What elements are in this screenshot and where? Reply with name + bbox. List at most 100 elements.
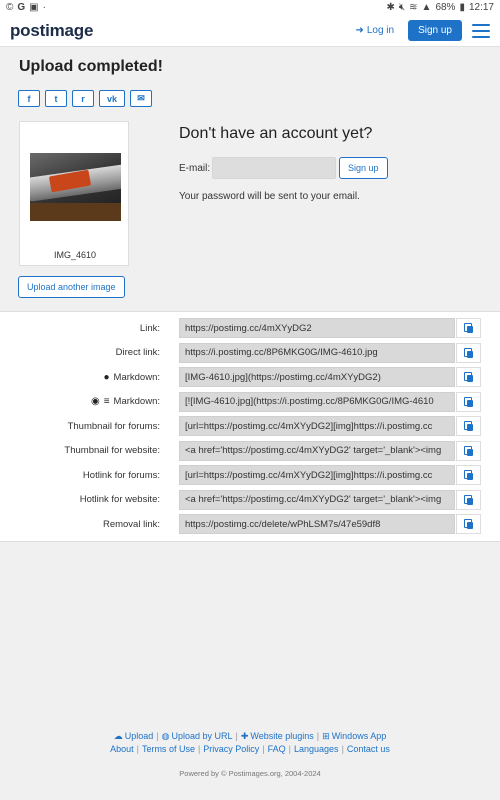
stackoverflow-icon: ≡ <box>103 396 110 407</box>
upload-another-button[interactable]: Upload another image <box>18 276 125 298</box>
hotlink-website-field[interactable]: <a href='https://postimg.cc/4mXYyDG2' ta… <box>179 489 455 510</box>
footer-languages-link[interactable]: Languages <box>294 744 339 754</box>
markdown-github-field[interactable]: [![IMG-4610.jpg](https://i.postimg.cc/8P… <box>179 391 455 412</box>
share-links-panel: Link: https://postimg.cc/4mXYyDG2 Direct… <box>0 311 500 542</box>
battery-icon: ▮ <box>459 2 465 13</box>
footer-plugins-link[interactable]: Website plugins <box>250 731 313 741</box>
copy-button[interactable] <box>456 416 481 436</box>
google-icon: G <box>17 2 26 13</box>
signal-icon: ▲ <box>421 2 432 13</box>
link-label: Link: <box>139 322 160 334</box>
login-icon: ➜ <box>355 25 364 36</box>
upload-title: Upload completed! <box>19 58 164 75</box>
hotlink-forums-label: Hotlink for forums: <box>82 469 160 481</box>
link-row: Link: https://postimg.cc/4mXYyDG2 <box>0 318 500 343</box>
markdown-reddit-row: ● Markdown: [IMG-4610.jpg](https://postim… <box>0 367 500 392</box>
thumbnail-forums-row: Thumbnail for forums: [url=https://posti… <box>0 416 500 441</box>
copy-button[interactable] <box>456 465 481 485</box>
twitter-icon[interactable]: t <box>45 90 67 107</box>
direct-link-row: Direct link: https://i.postimg.cc/8P6MKG… <box>0 342 500 368</box>
direct-link-label: Direct link: <box>115 347 160 358</box>
thumbnail-forums-label: Thumbnail for forums: <box>67 420 160 432</box>
copy-icon <box>464 494 473 505</box>
image-filename: IMG_4610 <box>53 250 97 260</box>
account-prompt-title: Don't have an account yet? <box>179 125 373 142</box>
link-field[interactable]: https://postimg.cc/4mXYyDG2 <box>179 318 455 338</box>
copy-button[interactable] <box>456 342 481 363</box>
email-label: E-mail: <box>179 163 211 174</box>
powered-by-text: Powered by © Postimages.org, 2004-2024 <box>179 769 321 778</box>
login-label: Log in <box>366 25 395 36</box>
copy-icon <box>464 347 473 358</box>
header-signup-button[interactable]: Sign up <box>408 20 462 41</box>
copy-button[interactable] <box>456 318 481 338</box>
bluetooth-icon: ✱ <box>386 2 395 13</box>
status-left-icons: © G ▣ · <box>6 2 46 13</box>
copy-button[interactable] <box>456 440 481 461</box>
reddit-icon[interactable]: r <box>72 90 94 107</box>
facebook-icon[interactable]: f <box>18 90 40 107</box>
login-link[interactable]: ➜ Log in <box>355 25 394 36</box>
copy-icon <box>464 445 473 456</box>
direct-link-field[interactable]: https://i.postimg.cc/8P6MKG0G/IMG-4610.j… <box>179 342 455 363</box>
copy-button[interactable] <box>456 514 481 534</box>
hotlink-forums-row: Hotlink for forums: [url=https://postimg… <box>0 465 500 490</box>
markdown-github-label: ◉ ≡ Markdown: <box>90 396 160 407</box>
footer-secondary-links: About | Terms of Use | Privacy Policy | FAQ | La… <box>110 744 390 754</box>
gallery-icon: ▣ <box>29 2 39 13</box>
status-right: ✱ 🔇︎ ≋ ▲ 68% ▮ 12:17 <box>386 2 494 13</box>
cloud-upload-icon: ☁ <box>113 731 123 741</box>
copy-icon <box>464 396 473 407</box>
dot-icon: · <box>42 2 46 13</box>
copy-button[interactable] <box>456 391 481 412</box>
footer-about-link[interactable]: About <box>110 744 134 754</box>
footer-contact-link[interactable]: Contact us <box>347 744 390 754</box>
removal-link-row: Removal link: https://postimg.cc/delete/… <box>0 514 500 539</box>
copy-button[interactable] <box>456 367 481 387</box>
globe-icon: ◍ <box>161 731 170 741</box>
email-field[interactable] <box>212 157 336 179</box>
footer-privacy-link[interactable]: Privacy Policy <box>203 744 259 754</box>
battery-level: 68% <box>435 2 456 13</box>
email-icon[interactable]: ✉ <box>130 90 152 107</box>
reddit-icon: ● <box>103 371 110 383</box>
postimage-logo[interactable]: postimage <box>10 21 93 41</box>
copyright-icon: © <box>6 2 14 13</box>
clock: 12:17 <box>468 2 494 13</box>
image-thumbnail-card[interactable]: IMG_4610 <box>19 121 129 266</box>
copy-icon <box>464 470 473 480</box>
thumbnail-website-field[interactable]: <a href='https://postimg.cc/4mXYyDG2' ta… <box>179 440 455 461</box>
puzzle-icon: ✚ <box>240 731 249 741</box>
menu-icon[interactable] <box>472 23 490 38</box>
windows-icon: ⊞ <box>322 731 330 741</box>
thumbnail-website-row: Thumbnail for website: <a href='https://… <box>0 440 500 466</box>
copy-icon <box>464 519 473 529</box>
status-bar: © G ▣ · ✱ 🔇︎ ≋ ▲ 68% ▮ 12:17 <box>0 0 500 15</box>
markdown-reddit-label: ● Markdown: <box>103 371 160 383</box>
hotlink-forums-field[interactable]: [url=https://postimg.cc/4mXYyDG2][img]ht… <box>179 465 455 485</box>
copy-icon <box>464 372 473 382</box>
markdown-github-row: ◉ ≡ Markdown: [![IMG-4610.jpg](https://i.p… <box>0 391 500 417</box>
copy-icon <box>464 421 473 431</box>
github-icon: ◉ <box>90 396 100 407</box>
image-thumbnail[interactable] <box>30 153 121 221</box>
removal-link-field[interactable]: https://postimg.cc/delete/wPhLSM7s/47e59… <box>179 514 455 534</box>
site-header: postimage ➜ Log in Sign up <box>0 15 500 47</box>
footer-upload-url-link[interactable]: Upload by URL <box>172 731 233 741</box>
share-buttons: f t r vk ✉ <box>18 90 152 107</box>
footer-upload-link[interactable]: Upload <box>125 731 154 741</box>
vk-icon[interactable]: vk <box>99 90 125 107</box>
copy-button[interactable] <box>456 489 481 510</box>
password-note: Your password will be sent to your email… <box>179 191 360 202</box>
footer-windows-app-link[interactable]: Windows App <box>332 731 387 741</box>
copy-icon <box>464 323 473 333</box>
wifi-icon: ≋ <box>409 2 418 13</box>
thumbnail-website-label: Thumbnail for website: <box>64 445 160 456</box>
email-signup-button[interactable]: Sign up <box>339 157 388 179</box>
markdown-reddit-field[interactable]: [IMG-4610.jpg](https://postimg.cc/4mXYyD… <box>179 367 455 387</box>
thumbnail-forums-field[interactable]: [url=https://postimg.cc/4mXYyDG2][img]ht… <box>179 416 455 436</box>
footer-faq-link[interactable]: FAQ <box>268 744 286 754</box>
footer-terms-link[interactable]: Terms of Use <box>142 744 195 754</box>
footer-primary-links: ☁ Upload | ◍ Upload by URL | ✚ Website plugins |… <box>113 731 387 741</box>
hotlink-website-row: Hotlink for website: <a href='https://po… <box>0 489 500 515</box>
